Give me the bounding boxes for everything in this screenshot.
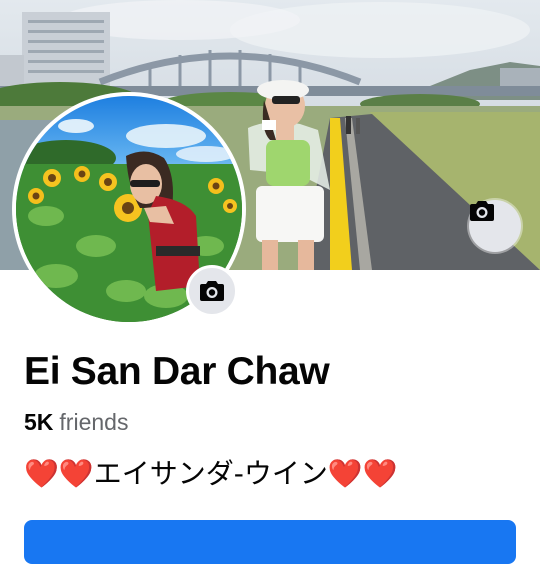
edit-cover-photo-button[interactable] (469, 200, 521, 252)
friends-label: friends (59, 409, 129, 435)
profile-name: Ei San Dar Chaw (24, 350, 330, 393)
bio-text: エイサンダ-ウイン (93, 457, 328, 490)
hearts-icon: ❤️❤️ (327, 457, 398, 490)
edit-profile-picture-button[interactable] (186, 265, 238, 317)
friends-count-link[interactable]: 5K friends (24, 409, 128, 436)
friends-count: 5K (24, 409, 54, 435)
camera-icon (200, 281, 224, 301)
primary-action-button[interactable] (24, 520, 516, 564)
camera-icon (470, 201, 494, 221)
hearts-icon: ❤️❤️ (24, 457, 94, 490)
profile-bio: ❤️❤️エイサンダ-ウイン❤️❤️ (24, 452, 398, 492)
